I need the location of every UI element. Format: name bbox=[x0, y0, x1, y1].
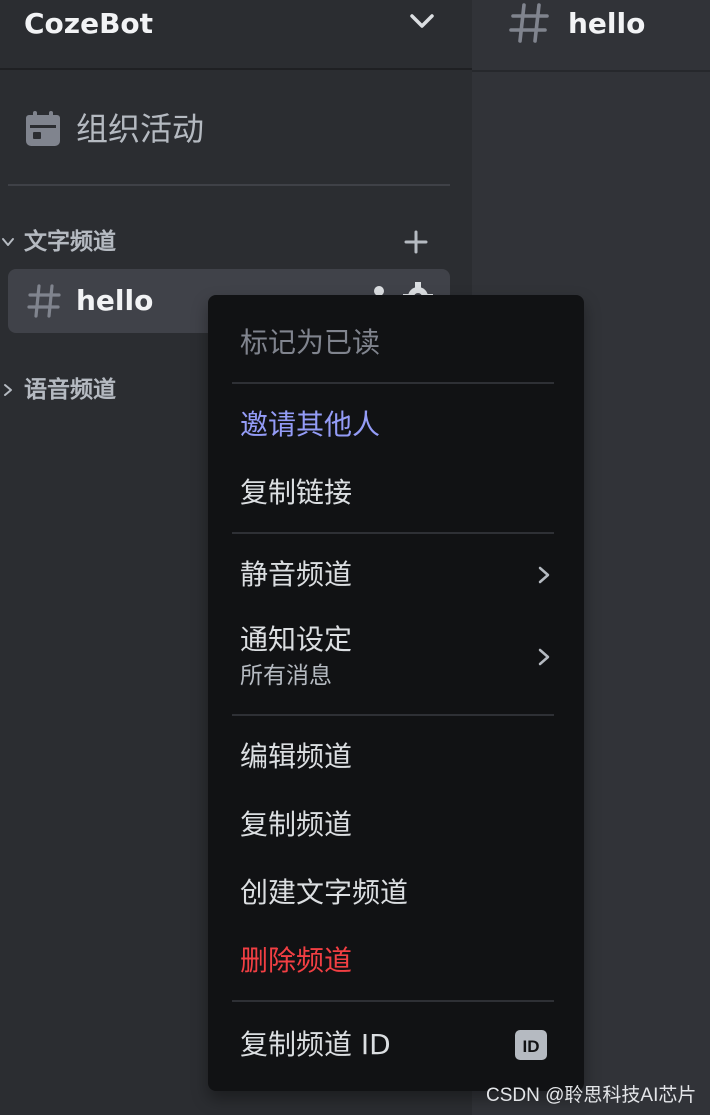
category-label: 语音频道 bbox=[24, 377, 116, 403]
channel-name: hello bbox=[76, 284, 154, 317]
channel-title: hello bbox=[568, 7, 646, 40]
menu-separator bbox=[232, 714, 554, 716]
menu-label: 复制频道 bbox=[240, 808, 353, 841]
menu-separator bbox=[232, 1000, 554, 1002]
menu-label: 复制链接 bbox=[240, 476, 353, 509]
watermark: CSDN @聆思科技AI芯片 bbox=[486, 1085, 697, 1106]
menu-label: 复制频道 ID bbox=[240, 1028, 391, 1061]
menu-label: 邀请其他人 bbox=[240, 408, 381, 441]
chevron-down-icon bbox=[2, 238, 14, 246]
chevron-down-icon[interactable] bbox=[406, 8, 438, 36]
menu-item-create-text-channel[interactable]: 创建文字频道 bbox=[224, 871, 568, 915]
server-header[interactable]: CozeBot bbox=[0, 0, 472, 70]
category-text-channels[interactable]: 文字频道 bbox=[0, 226, 450, 258]
menu-label: 通知设定 bbox=[240, 623, 353, 656]
menu-item-mark-read[interactable]: 标记为已读 bbox=[224, 321, 568, 365]
channel-context-menu: 标记为已读 邀请其他人 复制链接 静音频道 通知设定 所有消息 编辑频道 复制频… bbox=[208, 295, 584, 1091]
menu-item-mute-channel[interactable]: 静音频道 bbox=[224, 553, 568, 597]
category-label: 文字频道 bbox=[24, 229, 116, 255]
notification-value: 所有消息 bbox=[240, 663, 332, 689]
events-label: 组织活动 bbox=[76, 110, 205, 148]
server-name: CozeBot bbox=[24, 7, 154, 40]
hash-icon bbox=[509, 3, 549, 43]
plus-icon[interactable] bbox=[402, 228, 430, 256]
menu-item-notification-settings[interactable]: 通知设定 所有消息 bbox=[224, 619, 568, 695]
events-link[interactable]: 组织活动 bbox=[24, 106, 444, 152]
sidebar-divider bbox=[8, 184, 450, 186]
hash-icon bbox=[27, 284, 61, 318]
menu-item-copy-channel-id[interactable]: 复制频道 ID ID bbox=[224, 1017, 568, 1073]
menu-item-copy-link[interactable]: 复制链接 bbox=[224, 471, 568, 515]
channel-header: hello bbox=[472, 0, 710, 72]
calendar-icon bbox=[26, 111, 60, 146]
menu-item-delete-channel[interactable]: 删除频道 bbox=[224, 939, 568, 983]
menu-item-edit-channel[interactable]: 编辑频道 bbox=[224, 735, 568, 779]
chevron-right-icon bbox=[538, 566, 550, 584]
id-badge-text: ID bbox=[523, 1037, 540, 1056]
menu-label: 创建文字频道 bbox=[240, 876, 409, 909]
menu-separator bbox=[232, 382, 554, 384]
menu-label: 标记为已读 bbox=[240, 326, 381, 359]
id-icon: ID bbox=[515, 1030, 547, 1060]
menu-item-duplicate-channel[interactable]: 复制频道 bbox=[224, 803, 568, 847]
app-window: CozeBot 组织活动 文字频道 hello 语音频道 hello 标记为已读… bbox=[0, 0, 710, 1115]
menu-item-invite[interactable]: 邀请其他人 bbox=[224, 403, 568, 447]
menu-label: 静音频道 bbox=[240, 558, 353, 591]
menu-label: 编辑频道 bbox=[240, 740, 353, 773]
menu-label: 删除频道 bbox=[240, 944, 353, 977]
menu-separator bbox=[232, 532, 554, 534]
chevron-right-icon bbox=[538, 648, 550, 666]
chevron-right-icon bbox=[4, 384, 12, 396]
